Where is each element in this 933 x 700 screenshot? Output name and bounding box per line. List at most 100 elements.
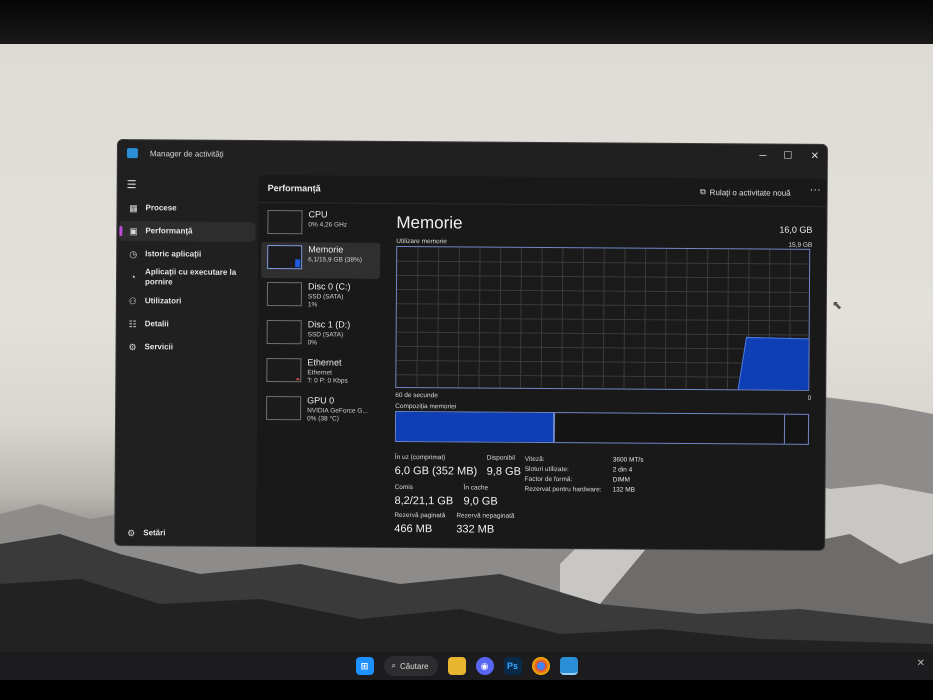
- device-detail: SSD (SATA): [307, 293, 344, 301]
- search-label: Căutare: [399, 661, 429, 671]
- memory-usage-area: [737, 336, 811, 391]
- spec-key: Viteză:: [524, 455, 545, 463]
- new-task-icon: ⧉: [699, 187, 706, 197]
- monitor-bezel-top: [0, 0, 933, 48]
- nonpaged-pool-value: 332 MB: [456, 523, 495, 536]
- spec-value: 2 din 4: [612, 466, 633, 474]
- photoshop-icon[interactable]: Ps: [503, 657, 522, 675]
- device-detail: NVIDIA GeForce G...: [307, 407, 368, 415]
- notification-icon[interactable]: ✕: [917, 658, 925, 669]
- available-value: 9,8 GB: [486, 465, 521, 478]
- memory-usage-graph: [395, 245, 811, 391]
- available-label: Disponibil: [486, 454, 515, 462]
- monitor-bezel-bottom: [0, 680, 933, 700]
- mouse-cursor-icon: ⬉: [832, 298, 843, 312]
- composition-in-use: [395, 411, 554, 443]
- composition-divider: [783, 414, 786, 444]
- device-name: Memorie: [308, 244, 344, 255]
- sidebar-item-processes[interactable]: ▦ Procese: [119, 198, 255, 219]
- sidebar-item-label: Servicii: [144, 342, 174, 352]
- device-detail: 6,1/15,9 GB (38%): [308, 256, 363, 264]
- device-detail: 1%: [307, 301, 318, 309]
- cached-value: 9,0 GB: [463, 495, 498, 508]
- memory-title: Memorie: [396, 212, 463, 233]
- device-detail: SSD (SATA): [307, 331, 344, 339]
- device-detail: 0% (38 °C): [307, 415, 339, 423]
- device-list: CPU 0% 4,26 GHz Memorie 6,1/15,9 GB (38%…: [256, 205, 382, 546]
- time-axis-end: 0: [807, 394, 812, 402]
- device-disk-0[interactable]: Disc 0 (C:) SSD (SATA) 1%: [261, 279, 380, 316]
- sidebar-item-label: Utilizatori: [144, 296, 182, 306]
- performance-icon: ▣: [129, 225, 138, 236]
- spec-value: 132 MB: [612, 486, 635, 494]
- sidebar-item-users[interactable]: ⚇ Utilizatori: [119, 291, 255, 312]
- memory-total: 16,0 GB: [779, 224, 813, 235]
- in-use-value: 6,0 GB (352 MB): [394, 464, 478, 478]
- file-explorer-icon[interactable]: [447, 657, 466, 675]
- device-thumbnail: [266, 358, 302, 383]
- minimize-icon[interactable]: ─: [756, 150, 770, 161]
- device-detail: 0%: [307, 339, 318, 347]
- device-thumbnail: [266, 282, 303, 307]
- device-thumbnail: [266, 320, 302, 345]
- time-axis-label: 60 de secunde: [395, 391, 438, 400]
- spec-value: 3600 MT/s: [612, 456, 644, 464]
- memory-detail-panel: Memorie 16,0 GB Utilizare memorie 15,9 G…: [394, 206, 816, 549]
- committed-label: Comis: [394, 483, 414, 492]
- more-options-icon[interactable]: ···: [810, 184, 821, 196]
- composition-label: Compoziția memoriei: [395, 402, 457, 411]
- hamburger-menu-icon[interactable]: ☰: [127, 178, 137, 191]
- nonpaged-pool-label: Rezervă nepaginată: [456, 512, 515, 520]
- sidebar-item-services[interactable]: ⚙ Servicii: [118, 337, 254, 358]
- spec-key: Rezervat pentru hardware:: [524, 485, 602, 494]
- device-name: Disc 1 (D:): [307, 319, 351, 330]
- cached-label: În cache: [463, 484, 489, 492]
- sidebar: ☰ ▦ Procese ▣ Performanță ◷ Istoric apli…: [115, 168, 259, 548]
- device-name: CPU: [308, 209, 328, 220]
- spec-key: Sloturi utilizate:: [524, 465, 569, 474]
- device-detail: T: 0 P: 0 Kbps: [307, 377, 348, 385]
- taskbar-search[interactable]: ⌕ Căutare: [383, 656, 438, 676]
- spec-key: Factor de formă:: [524, 475, 573, 484]
- device-disk-1[interactable]: Disc 1 (D:) SSD (SATA) 0%: [261, 317, 380, 354]
- sidebar-item-performance[interactable]: ▣ Performanță: [119, 221, 256, 242]
- sidebar-item-app-history[interactable]: ◷ Istoric aplicații: [119, 244, 255, 265]
- maximize-icon[interactable]: ☐: [781, 151, 795, 162]
- users-icon: ⚇: [128, 295, 137, 306]
- services-icon: ⚙: [128, 341, 137, 352]
- close-icon[interactable]: ✕: [808, 151, 822, 162]
- memory-usage-graph-svg: [396, 247, 811, 391]
- sidebar-item-label: Performanță: [145, 226, 193, 236]
- usage-graph-label: Utilizare memorie: [396, 237, 447, 246]
- device-detail: 0% 4,26 GHz: [308, 221, 348, 229]
- history-icon: ◷: [129, 248, 138, 259]
- taskbar: ⊞ ⌕ Căutare ◉ Ps ✕: [0, 652, 933, 680]
- device-cpu[interactable]: CPU 0% 4,26 GHz: [261, 207, 380, 244]
- device-ethernet[interactable]: Ethernet Ethernet T: 0 P: 0 Kbps: [260, 355, 379, 392]
- sidebar-item-label: Procese: [145, 203, 177, 213]
- window-title: Manager de activități: [149, 149, 224, 159]
- device-gpu-0[interactable]: GPU 0 NVIDIA GeForce G... 0% (38 °C): [260, 393, 379, 430]
- startup-icon: ◔: [130, 272, 136, 283]
- windows-start-icon[interactable]: ⊞: [355, 657, 374, 675]
- device-name: GPU 0: [307, 395, 335, 406]
- device-thumbnail: [267, 245, 303, 270]
- discord-icon[interactable]: ◉: [475, 657, 494, 675]
- chrome-icon[interactable]: [531, 657, 550, 675]
- task-manager-app-icon: [126, 148, 138, 159]
- in-use-label: În uz (comprimat): [394, 453, 446, 462]
- device-memory[interactable]: Memorie 6,1/15,9 GB (38%): [261, 242, 381, 279]
- sidebar-item-startup-apps[interactable]: ◔ Aplicații cu executare la pornire: [119, 264, 255, 291]
- device-thumbnail: [267, 210, 303, 235]
- task-manager-taskbar-icon[interactable]: [559, 657, 578, 675]
- run-new-task-button[interactable]: ⧉ Rulați o activitate nouă: [700, 187, 791, 198]
- content-header: Performanță ⧉ Rulați o activitate nouă ·…: [258, 174, 828, 207]
- sidebar-item-settings[interactable]: ⚙ Setări: [117, 523, 253, 544]
- sidebar-item-details[interactable]: ☷ Detalii: [119, 314, 255, 335]
- device-name: Ethernet: [307, 357, 342, 368]
- device-name: Disc 0 (C:): [307, 281, 351, 292]
- sidebar-item-label: Aplicații cu executare la pornire: [144, 267, 237, 287]
- run-new-task-label: Rulați o activitate nouă: [709, 187, 791, 198]
- gear-icon: ⚙: [127, 527, 136, 538]
- composition-divider: [552, 413, 556, 443]
